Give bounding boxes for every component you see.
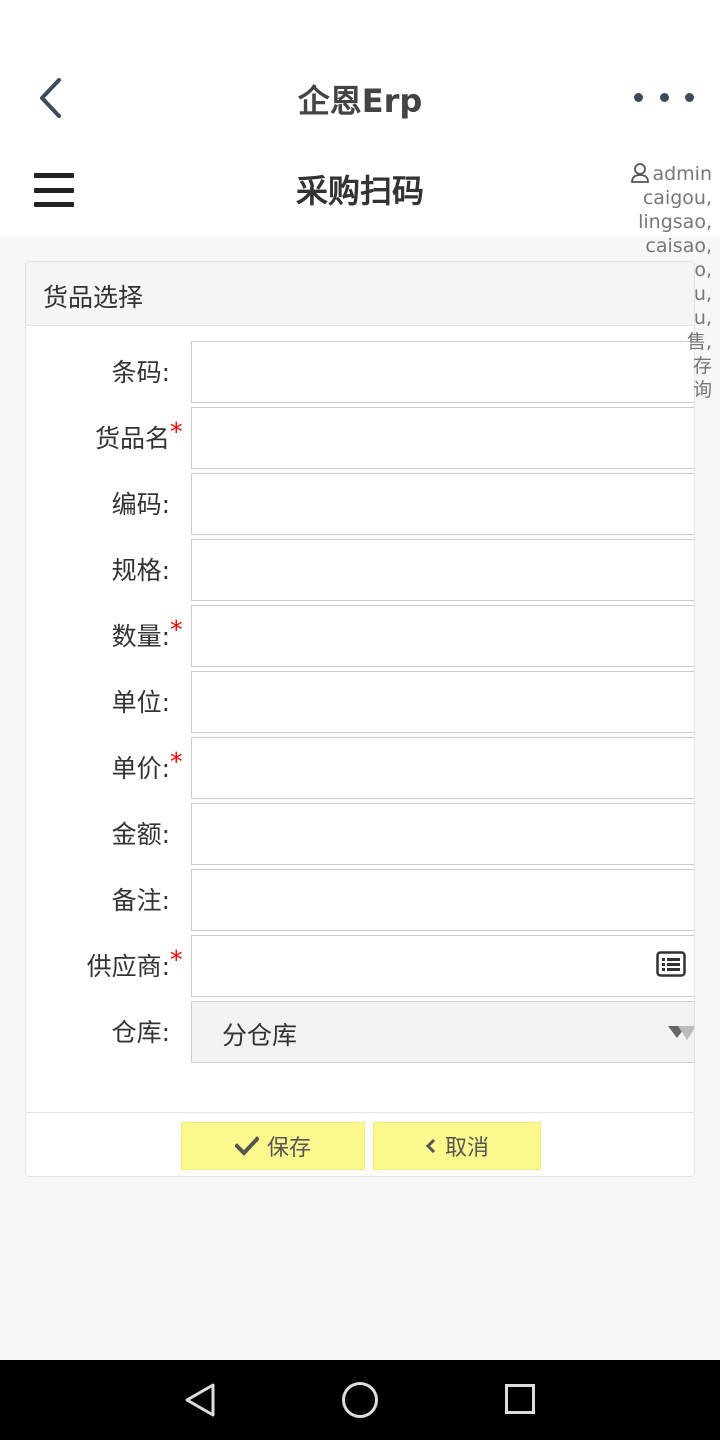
form-row-barcode: 条码: xyxy=(26,341,694,403)
check-icon xyxy=(234,1136,259,1156)
quantity-input[interactable] xyxy=(191,605,694,667)
user-icon xyxy=(631,163,650,183)
field-label: 单位: xyxy=(111,688,170,717)
goods-selection-panel: 货品选择 条码: 货品名 * 编码: 规格: 数量: * 单位: 单价: * 金… xyxy=(25,261,695,1177)
system-nav-bar xyxy=(0,1360,720,1440)
field-label: 编码: xyxy=(111,490,170,519)
field-label: 供应商: xyxy=(86,952,170,981)
unit-input[interactable] xyxy=(191,671,694,733)
nav-home-icon[interactable] xyxy=(342,1382,378,1418)
user-role: lingsao, xyxy=(638,211,712,233)
cancel-button[interactable]: 取消 xyxy=(373,1122,541,1170)
required-mark: * xyxy=(170,417,183,446)
field-label: 规格: xyxy=(111,556,170,585)
required-mark: * xyxy=(170,747,183,776)
app-title: 企恩Erp xyxy=(297,82,423,120)
field-label: 条码: xyxy=(111,358,170,387)
unit-price-input[interactable] xyxy=(191,737,694,799)
form-row-warehouse: 仓库: 分仓库 xyxy=(26,1001,694,1063)
save-button[interactable]: 保存 xyxy=(181,1122,365,1170)
field-label: 金额: xyxy=(111,820,170,849)
user-role: u, xyxy=(693,283,712,305)
supplier-input[interactable] xyxy=(191,935,694,997)
status-bar xyxy=(0,0,720,56)
panel-footer: 保存 取消 xyxy=(26,1112,694,1176)
goods-name-input[interactable] xyxy=(191,407,694,469)
cancel-label: 取消 xyxy=(444,1136,489,1161)
nav-recents-icon[interactable] xyxy=(505,1384,535,1414)
user-role: caigou, xyxy=(642,187,712,209)
field-label: 单价: xyxy=(111,754,170,783)
list-picker-icon[interactable] xyxy=(656,951,686,977)
form-row-quantity: 数量: * xyxy=(26,605,694,667)
remark-input[interactable] xyxy=(191,869,694,931)
user-role: caisao, xyxy=(645,235,712,257)
form-row-amount: 金额: xyxy=(26,803,694,865)
nav-back-icon[interactable] xyxy=(183,1382,217,1418)
user-role: u, xyxy=(693,307,712,329)
app-title-bar: 企恩Erp xyxy=(0,56,720,140)
chevron-left-icon xyxy=(425,1138,436,1154)
amount-input[interactable] xyxy=(191,803,694,865)
code-input[interactable] xyxy=(191,473,694,535)
form-row-code: 编码: xyxy=(26,473,694,535)
form-row-goods-name: 货品名 * xyxy=(26,407,694,469)
more-options-button[interactable] xyxy=(634,82,694,112)
save-label: 保存 xyxy=(266,1136,311,1161)
more-dots-icon xyxy=(634,92,643,102)
field-label: 仓库: xyxy=(111,1018,170,1047)
user-role: 存 xyxy=(692,355,712,377)
form-row-unit-price: 单价: * xyxy=(26,737,694,799)
dropdown-arrow-icon xyxy=(678,1026,694,1040)
user-role: 售, xyxy=(686,331,712,353)
field-label: 货品名 xyxy=(94,424,170,453)
form-row-supplier: 供应商: * xyxy=(26,935,694,997)
username: admin xyxy=(652,163,712,185)
form-row-unit: 单位: xyxy=(26,671,694,733)
required-mark: * xyxy=(170,945,183,974)
field-label: 数量: xyxy=(111,622,170,651)
panel-heading: 货品选择 xyxy=(26,262,694,326)
warehouse-selected-value: 分仓库 xyxy=(222,1021,298,1050)
spec-input[interactable] xyxy=(191,539,694,601)
form-row-spec: 规格: xyxy=(26,539,694,601)
form-row-remark: 备注: xyxy=(26,869,694,931)
user-info[interactable]: admin caigou, lingsao, caisao, o, u, u, … xyxy=(602,162,712,402)
field-label: 备注: xyxy=(111,886,170,915)
required-mark: * xyxy=(170,615,183,644)
user-role: o, xyxy=(694,259,712,281)
user-role: 询 xyxy=(692,379,712,401)
warehouse-select[interactable]: 分仓库 xyxy=(191,1001,694,1063)
